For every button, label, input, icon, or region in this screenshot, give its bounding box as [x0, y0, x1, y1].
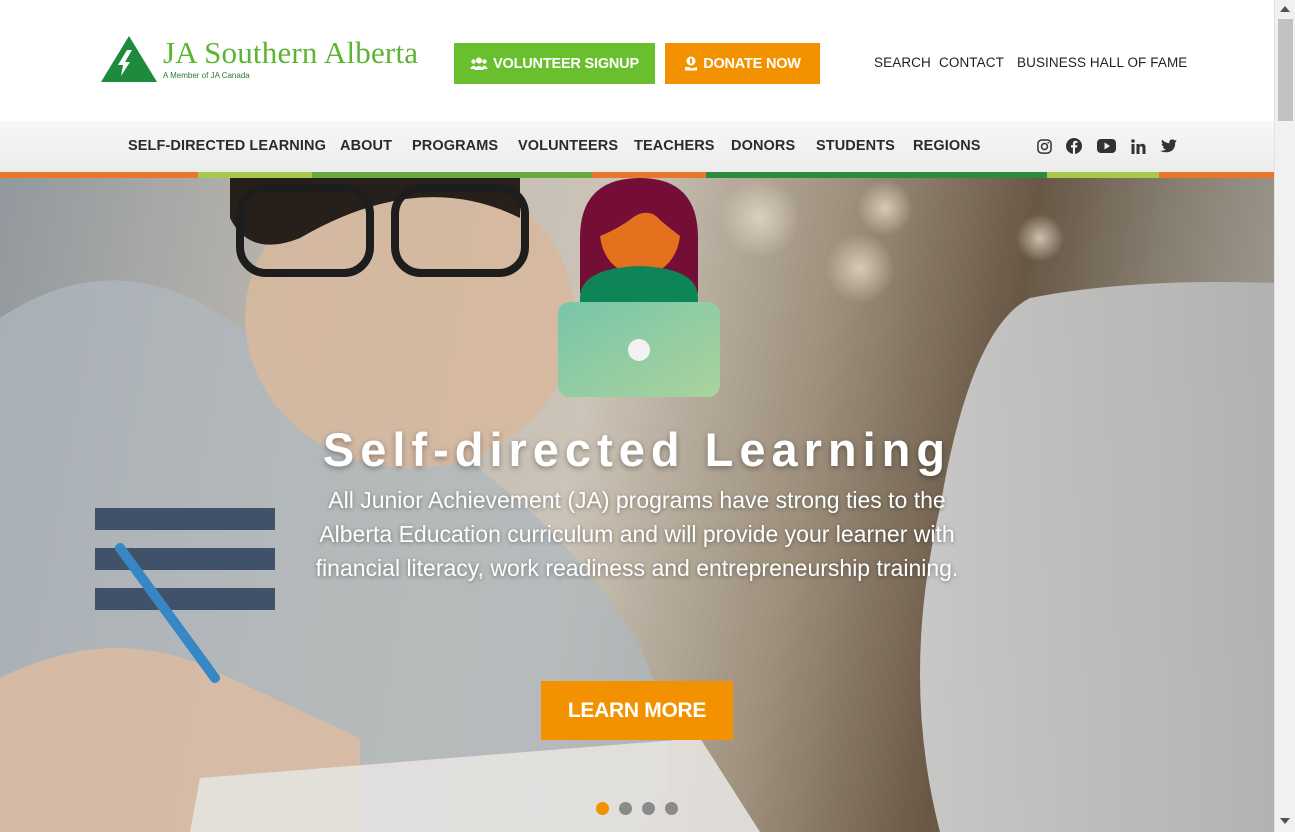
donate-now-label: DONATE NOW: [703, 55, 801, 72]
nav-students[interactable]: STUDENTS: [816, 138, 895, 154]
hero-description: All Junior Achievement (JA) programs hav…: [315, 487, 959, 581]
carousel-dot-2[interactable]: [619, 802, 632, 815]
business-hall-of-fame-link[interactable]: BUSINESS HALL OF FAME: [1017, 55, 1187, 70]
logo-title: JA Southern Alberta: [163, 35, 419, 70]
carousel-dot-4[interactable]: [665, 802, 678, 815]
carousel-dot-3[interactable]: [642, 802, 655, 815]
site-logo[interactable]: JA Southern Alberta A Member of JA Canad…: [101, 36, 436, 84]
vertical-scrollbar[interactable]: [1274, 0, 1295, 832]
nav-about[interactable]: ABOUT: [340, 138, 392, 154]
donate-hand-icon: [684, 56, 698, 71]
hero-banner: Self-directed Learning All Junior Achiev…: [0, 178, 1274, 832]
volunteer-signup-label: VOLUNTEER SIGNUP: [493, 55, 639, 72]
nav-regions[interactable]: REGIONS: [913, 138, 981, 154]
scrollbar-thumb[interactable]: [1278, 19, 1293, 121]
carousel-dots: [596, 802, 678, 815]
ja-logo-icon: [101, 36, 157, 82]
youtube-icon[interactable]: [1096, 136, 1116, 156]
nav-donors[interactable]: DONORS: [731, 138, 795, 154]
users-icon: [470, 57, 489, 70]
facebook-icon[interactable]: [1064, 136, 1084, 156]
nav-teachers[interactable]: TEACHERS: [634, 138, 715, 154]
donate-now-button[interactable]: DONATE NOW: [665, 43, 820, 84]
site-header: JA Southern Alberta A Member of JA Canad…: [0, 0, 1274, 121]
contact-link[interactable]: CONTACT: [939, 55, 1004, 70]
hero-title: Self-directed Learning: [322, 423, 952, 476]
volunteer-signup-button[interactable]: VOLUNTEER SIGNUP: [454, 43, 655, 84]
nav-programs[interactable]: PROGRAMS: [412, 138, 498, 154]
instagram-icon[interactable]: [1034, 136, 1054, 156]
twitter-icon[interactable]: [1158, 136, 1178, 156]
main-navigation: SELF-DIRECTED LEARNING ABOUT PROGRAMS VO…: [0, 121, 1274, 172]
carousel-dot-1[interactable]: [596, 802, 609, 815]
search-link[interactable]: SEARCH: [874, 55, 931, 70]
scroll-down-arrow-icon[interactable]: [1280, 818, 1290, 824]
learn-more-button[interactable]: LEARN MORE: [541, 681, 733, 740]
nav-self-directed-learning[interactable]: SELF-DIRECTED LEARNING: [128, 138, 326, 154]
linkedin-icon[interactable]: [1128, 136, 1148, 156]
scroll-up-arrow-icon[interactable]: [1280, 6, 1290, 12]
logo-tagline: A Member of JA Canada: [163, 71, 250, 80]
nav-volunteers[interactable]: VOLUNTEERS: [518, 138, 618, 154]
